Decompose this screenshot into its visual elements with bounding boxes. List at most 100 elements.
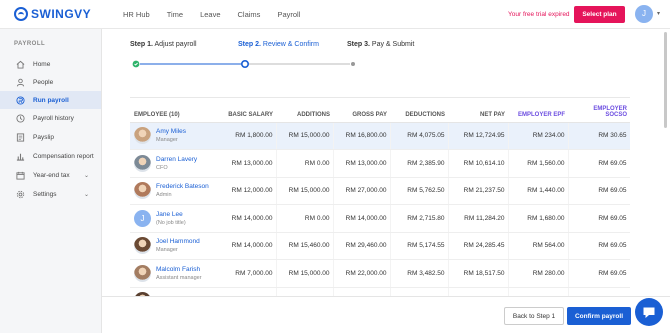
- employee-text: Malcolm Farish Assistant manager: [156, 266, 202, 281]
- table-row[interactable]: J Jane Lee (No job title) RM 14,000.00 RM 0.…: [130, 204, 630, 233]
- back-to-step-1-button[interactable]: Back to Step 1: [504, 307, 564, 325]
- col-employer-epf[interactable]: EMPLOYER EPF: [508, 98, 568, 123]
- gear-icon: [16, 190, 25, 199]
- col-net-pay[interactable]: NET PAY: [448, 98, 508, 123]
- user-avatar[interactable]: J: [635, 5, 653, 23]
- employee-avatar: [134, 154, 151, 172]
- page-scrollbar[interactable]: [664, 32, 667, 128]
- sidebar-item-label: Year-end tax: [33, 171, 70, 179]
- deductions-cell: RM 2,715.80: [390, 204, 449, 233]
- employee-name[interactable]: Malcolm Farish: [156, 266, 202, 273]
- step-2-current-dot-icon: [241, 60, 249, 68]
- additions-cell: RM 0.00: [276, 204, 334, 233]
- nav-hr-hub[interactable]: HR Hub: [123, 10, 150, 19]
- basic-salary-cell: RM 14,000.00: [220, 204, 277, 233]
- col-employee[interactable]: EMPLOYEE (10): [130, 98, 220, 123]
- nav-time[interactable]: Time: [167, 10, 183, 19]
- sidebar-item-settings[interactable]: Settings ⌄: [0, 185, 101, 203]
- sidebar-item-compensation-report[interactable]: Compensation report: [0, 147, 101, 165]
- sidebar-item-label: Payroll history: [33, 114, 74, 122]
- calendar-icon: [16, 171, 25, 180]
- sidebar-item-payroll-history[interactable]: Payroll history: [0, 109, 101, 127]
- employee-role: Admin: [156, 192, 172, 199]
- sidebar-item-home[interactable]: Home: [0, 55, 101, 73]
- employee-role: Manager: [156, 247, 178, 254]
- employee-cell: Frederick Bateson Admin: [130, 177, 220, 205]
- sidebar-item-label: Compensation report: [33, 152, 94, 160]
- brand-name: SWINGVY: [31, 7, 92, 21]
- employee-name[interactable]: Amy Miles: [156, 128, 186, 135]
- col-deductions[interactable]: DEDUCTIONS: [390, 98, 448, 123]
- table-row[interactable]: Amy Miles Manager RM 1,800.00 RM 15,000.00 R…: [130, 122, 630, 150]
- select-plan-button[interactable]: Select plan: [574, 6, 625, 23]
- main-content: Step 1. Adjust payroll Step 2. Review & …: [102, 29, 670, 333]
- col-gross-pay[interactable]: GROSS PAY: [333, 98, 390, 123]
- footer-bar: Back to Step 1 Confirm payroll: [102, 296, 670, 333]
- employee-name[interactable]: Jane Lee: [156, 211, 186, 218]
- home-icon: [16, 60, 25, 69]
- employee-avatar: [134, 237, 151, 255]
- employee-info: Frederick Bateson Admin: [134, 182, 217, 200]
- swingvy-logo[interactable]: SWINGVY: [14, 7, 91, 21]
- employee-name[interactable]: Joel Hammond: [156, 238, 200, 245]
- step-number: Step 1.: [130, 41, 153, 48]
- employee-name[interactable]: Darren Lavery: [156, 156, 197, 163]
- nav-payroll[interactable]: Payroll: [277, 10, 300, 19]
- employee-cell: Malcolm Farish Assistant manager: [130, 259, 220, 288]
- employee-cell: Amy Miles Manager: [130, 122, 220, 150]
- sidebar-item-payslip[interactable]: Payslip: [0, 128, 101, 146]
- table-row[interactable]: Joel Hammond Manager RM 14,000.00 RM 15,460…: [130, 232, 630, 260]
- deductions-cell: RM 2,385.90: [390, 149, 449, 178]
- step-number: Step 3.: [347, 41, 370, 48]
- basic-salary-cell: RM 7,000.00: [220, 259, 277, 288]
- employee-role: Manager: [156, 137, 178, 144]
- sidebar-item-year-end-tax[interactable]: Year-end tax ⌄: [0, 166, 101, 184]
- deductions-cell: RM 5,762.50: [390, 177, 449, 205]
- employer-epf-cell: RM 280.00: [508, 259, 569, 288]
- user-menu-caret-icon[interactable]: ▾: [657, 10, 660, 17]
- employee-info: Darren Lavery CFO: [134, 154, 217, 172]
- sidebar-item-label: Home: [33, 60, 51, 68]
- top-bar: SWINGVY HR Hub Time Leave Claims Payroll…: [0, 0, 670, 29]
- sidebar-item-label: Settings: [33, 190, 57, 198]
- gross-pay-cell: RM 29,460.00: [333, 232, 391, 260]
- gross-pay-cell: RM 14,000.00: [333, 204, 391, 233]
- chat-support-button[interactable]: [635, 298, 663, 326]
- sidebar-item-run-payroll[interactable]: Run payroll: [0, 91, 101, 109]
- col-employer-socso[interactable]: EMPLOYER SOCSO: [568, 98, 630, 123]
- sidebar-item-label: Payslip: [33, 133, 54, 141]
- employee-info: Malcolm Farish Assistant manager: [134, 264, 217, 282]
- deductions-cell: RM 4,075.05: [390, 122, 449, 150]
- table-header-row: EMPLOYEE (10) BASIC SALARY ADDITIONS GRO…: [130, 98, 630, 123]
- col-basic-salary[interactable]: BASIC SALARY: [220, 98, 276, 123]
- net-pay-cell: RM 11,284.20: [448, 204, 509, 233]
- run-payroll-icon: [16, 95, 25, 105]
- additions-cell: RM 15,000.00: [276, 122, 334, 150]
- basic-salary-cell: RM 1,800.00: [220, 122, 277, 150]
- table-row[interactable]: Frederick Bateson Admin RM 12,000.00 RM 15,…: [130, 177, 630, 205]
- employer-epf-cell: RM 564.00: [508, 232, 569, 260]
- net-pay-cell: RM 24,285.45: [448, 232, 509, 260]
- employer-socso-cell: RM 69.05: [568, 149, 630, 178]
- step-3: Step 3. Pay & Submit: [347, 41, 414, 48]
- table-row[interactable]: Darren Lavery CFO RM 13,000.00 RM 0.00 RM 13…: [130, 149, 630, 178]
- net-pay-cell: RM 21,237.50: [448, 177, 509, 205]
- table-row[interactable]: Malcolm Farish Assistant manager RM 7,000.…: [130, 259, 630, 288]
- payroll-table-container: EMPLOYEE (10) BASIC SALARY ADDITIONS GRO…: [130, 97, 630, 321]
- person-icon: [16, 78, 25, 87]
- employee-text: Joel Hammond Manager: [156, 238, 200, 253]
- employer-socso-cell: RM 30.65: [568, 122, 630, 150]
- sidebar-item-people[interactable]: People: [0, 73, 101, 91]
- gross-pay-cell: RM 27,000.00: [333, 177, 391, 205]
- trial-expired-text: Your free trial expired: [508, 11, 570, 18]
- history-icon: [16, 113, 25, 123]
- employee-avatar: [134, 182, 151, 200]
- nav-leave[interactable]: Leave: [200, 10, 220, 19]
- step-1: Step 1. Adjust payroll: [130, 41, 197, 48]
- nav-claims[interactable]: Claims: [238, 10, 261, 19]
- employee-cell: J Jane Lee (No job title): [130, 204, 220, 233]
- sidebar-item-label: Run payroll: [33, 96, 69, 104]
- employee-name[interactable]: Frederick Bateson: [156, 183, 209, 190]
- col-additions[interactable]: ADDITIONS: [276, 98, 333, 123]
- confirm-payroll-button[interactable]: Confirm payroll: [567, 307, 631, 325]
